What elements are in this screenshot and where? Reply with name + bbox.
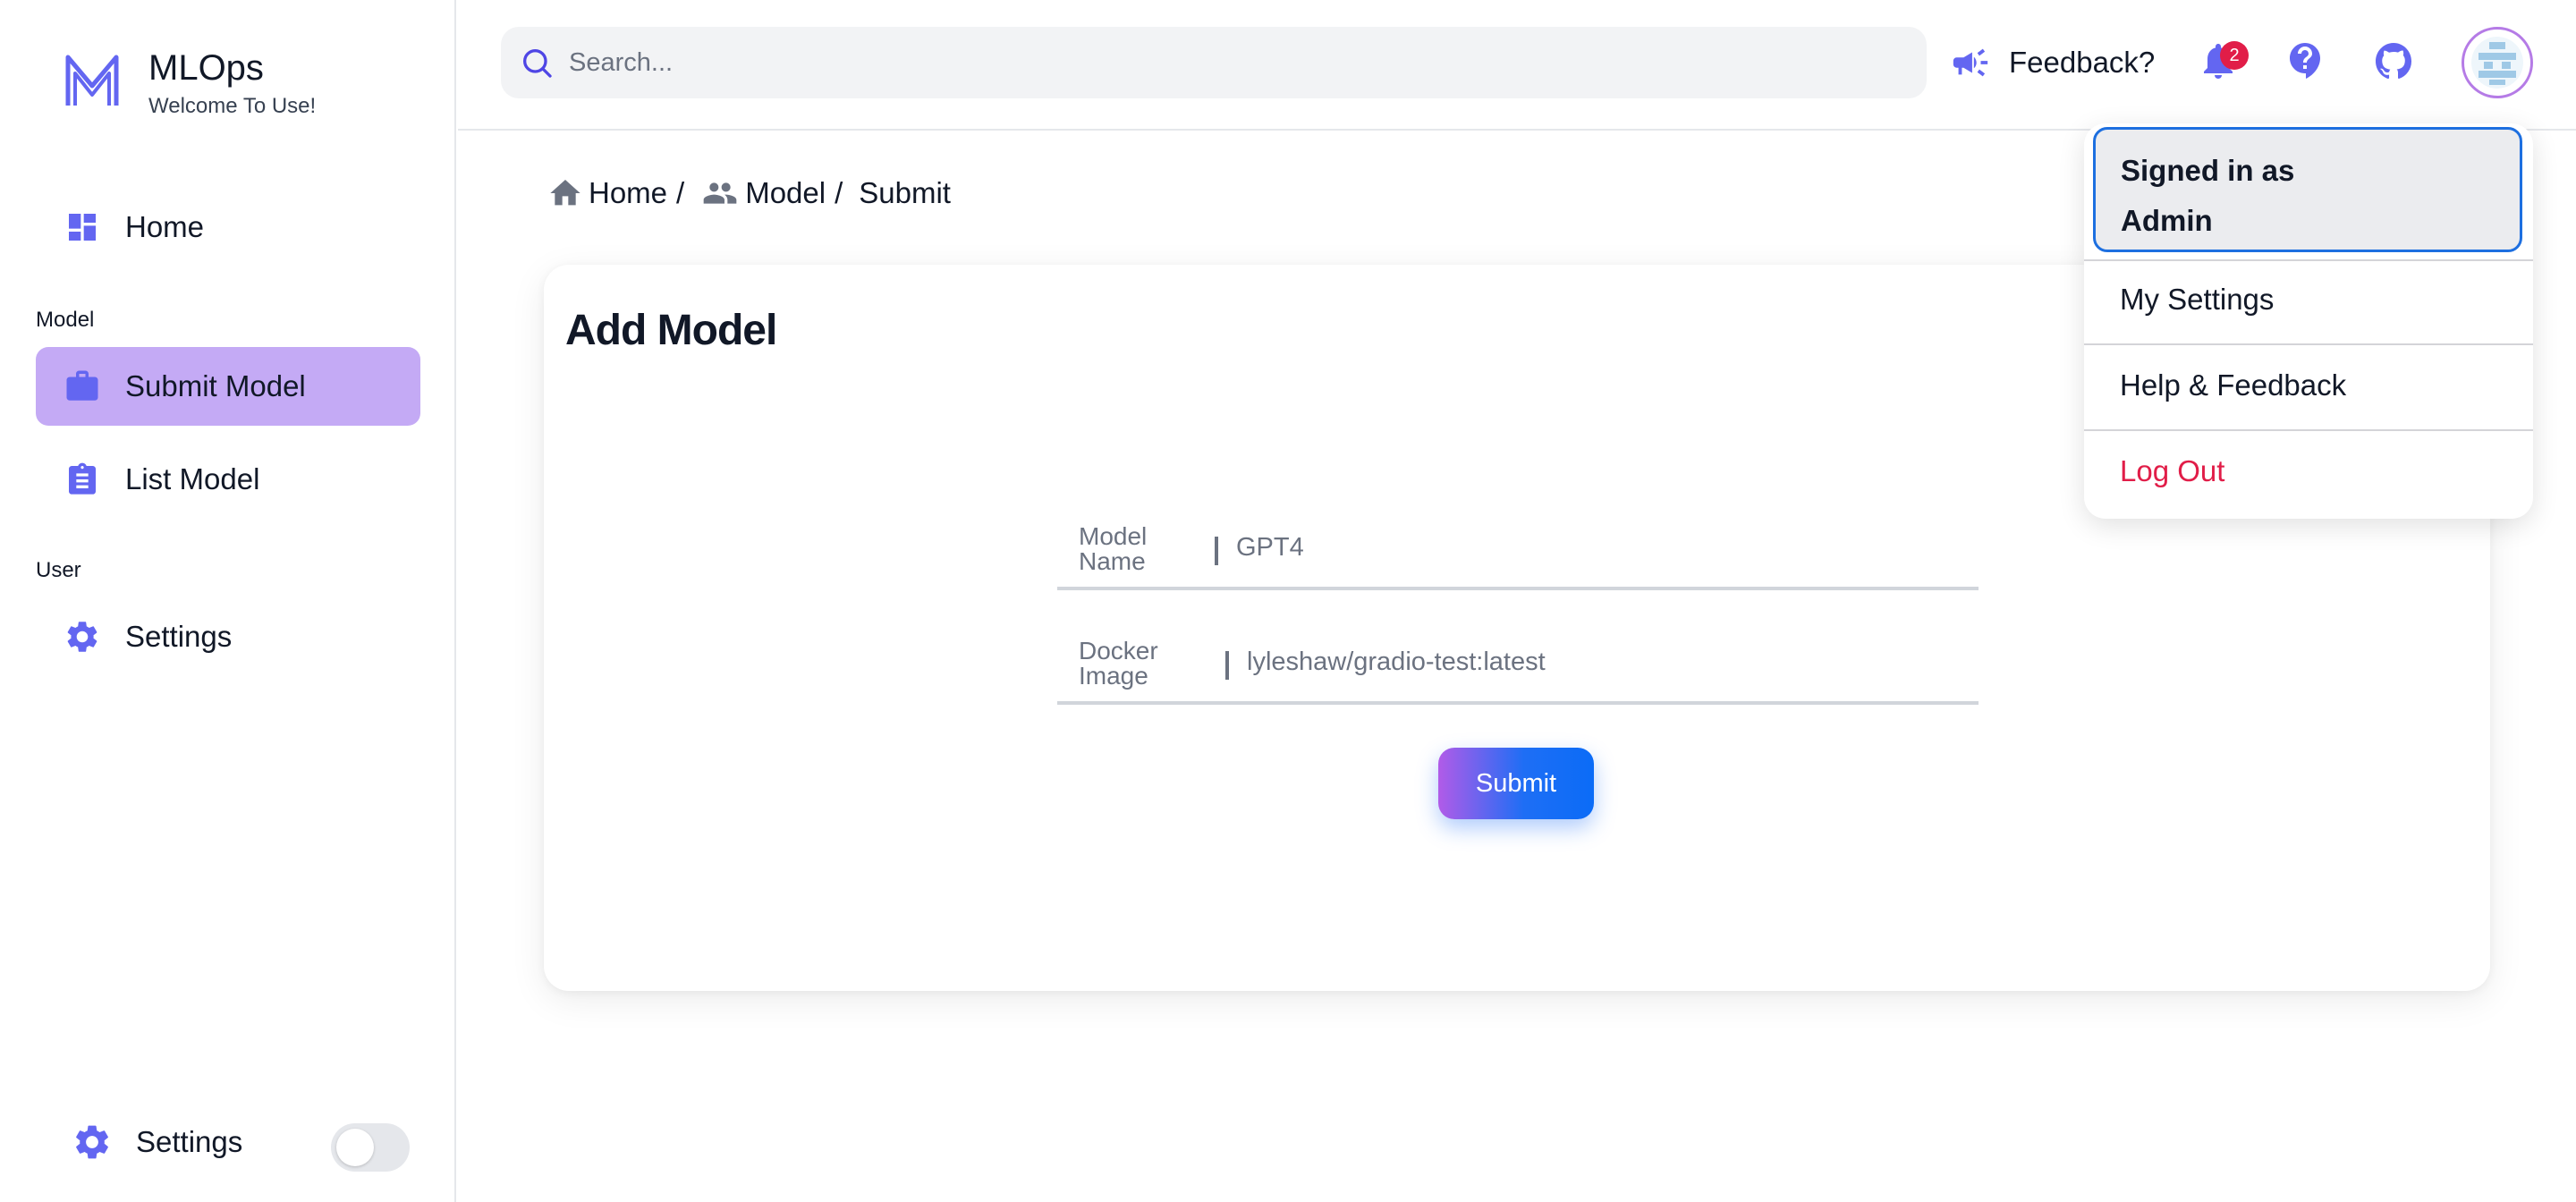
model-name-input[interactable]: GPT4 (1236, 533, 1304, 563)
theme-toggle[interactable] (331, 1123, 410, 1172)
breadcrumb-current: Submit (859, 176, 951, 209)
avatar[interactable] (2462, 27, 2533, 98)
clipboard-icon (63, 460, 102, 499)
search-bar[interactable] (501, 27, 1927, 98)
docker-image-label: Docker Image (1079, 639, 1177, 689)
sidebar-item-label: Settings (125, 620, 233, 653)
breadcrumb-model[interactable]: Model (700, 175, 826, 211)
model-name-label: Model Name (1079, 524, 1177, 574)
breadcrumb-home[interactable]: Home (547, 175, 667, 211)
input-cursor-bar (1225, 651, 1229, 680)
menu-divider (2084, 343, 2533, 345)
feedback-button[interactable]: Feedback? (1950, 36, 2155, 89)
sidebar-item-label: Home (125, 210, 205, 243)
breadcrumb-separator: / (676, 176, 685, 209)
dashboard-icon (63, 207, 102, 247)
avatar-image (2471, 37, 2523, 89)
gear-icon[interactable] (72, 1122, 113, 1163)
docker-image-label-line2: Image (1079, 662, 1148, 690)
sidebar-section-model: Model (36, 308, 95, 332)
docker-image-label-line1: Docker (1079, 637, 1158, 664)
sidebar-item-submit-model[interactable]: Submit Model (36, 347, 420, 426)
home-icon (550, 180, 580, 206)
breadcrumb-home-label: Home (589, 176, 668, 209)
sidebar-item-label: List Model (125, 462, 260, 495)
menu-item-help-feedback[interactable]: Help & Feedback (2120, 368, 2346, 402)
brand-text: MLOps Welcome To Use! (148, 47, 316, 120)
github-icon[interactable] (2372, 39, 2415, 82)
toggle-knob (336, 1129, 374, 1166)
menu-item-log-out[interactable]: Log Out (2120, 454, 2224, 488)
signed-in-header[interactable]: Signed in as Admin (2093, 127, 2522, 252)
sidebar: MLOps Welcome To Use! Home Model Submit … (0, 0, 456, 1202)
bottom-settings-label: Settings (136, 1125, 243, 1158)
submit-button[interactable]: Submit (1438, 748, 1594, 819)
breadcrumb: Home / Model / Submit (547, 175, 951, 211)
brand-title: MLOps (148, 48, 264, 88)
app-root: MLOps Welcome To Use! Home Model Submit … (0, 0, 2576, 1202)
docker-image-input[interactable]: lyleshaw/gradio-test:latest (1247, 648, 1546, 677)
model-name-label-line2: Name (1079, 547, 1146, 575)
input-cursor-bar (1215, 537, 1218, 565)
megaphone-icon (1953, 48, 1988, 77)
feedback-label: Feedback? (2009, 46, 2156, 79)
m-logo-icon (65, 55, 119, 106)
notification-badge: 2 (2220, 41, 2249, 70)
menu-divider (2084, 259, 2533, 261)
user-menu: Signed in as Admin My Settings Help & Fe… (2084, 123, 2533, 519)
sidebar-section-user: User (36, 558, 81, 582)
topbar: Feedback? 2 (458, 0, 2576, 131)
search-icon (523, 49, 552, 78)
menu-item-my-settings[interactable]: My Settings (2120, 283, 2274, 317)
model-name-field[interactable]: Model Name GPT4 (1057, 524, 1979, 590)
sidebar-item-settings[interactable]: Settings (36, 597, 420, 676)
menu-divider (2084, 429, 2533, 431)
brand-subtitle: Welcome To Use! (148, 94, 317, 118)
briefcase-icon (63, 367, 102, 406)
breadcrumb-separator: / (835, 176, 843, 209)
signed-in-user: Admin (2121, 204, 2213, 237)
signed-in-line1: Signed in as (2121, 154, 2295, 187)
model-name-label-line1: Model (1079, 522, 1148, 550)
people-icon (703, 182, 737, 204)
page-title: Add Model (565, 307, 777, 354)
sidebar-item-list-model[interactable]: List Model (36, 440, 420, 519)
sidebar-item-home[interactable]: Home (36, 188, 420, 267)
breadcrumb-model-label: Model (745, 176, 826, 209)
sidebar-bottom-settings: Settings (72, 1122, 411, 1172)
sidebar-item-label: Submit Model (125, 369, 306, 402)
search-input[interactable] (569, 47, 1821, 78)
brand[interactable]: MLOps Welcome To Use! (63, 47, 316, 120)
docker-image-field[interactable]: Docker Image lyleshaw/gradio-test:latest (1057, 639, 1979, 705)
help-icon[interactable] (2284, 39, 2327, 82)
gear-icon (63, 617, 102, 656)
